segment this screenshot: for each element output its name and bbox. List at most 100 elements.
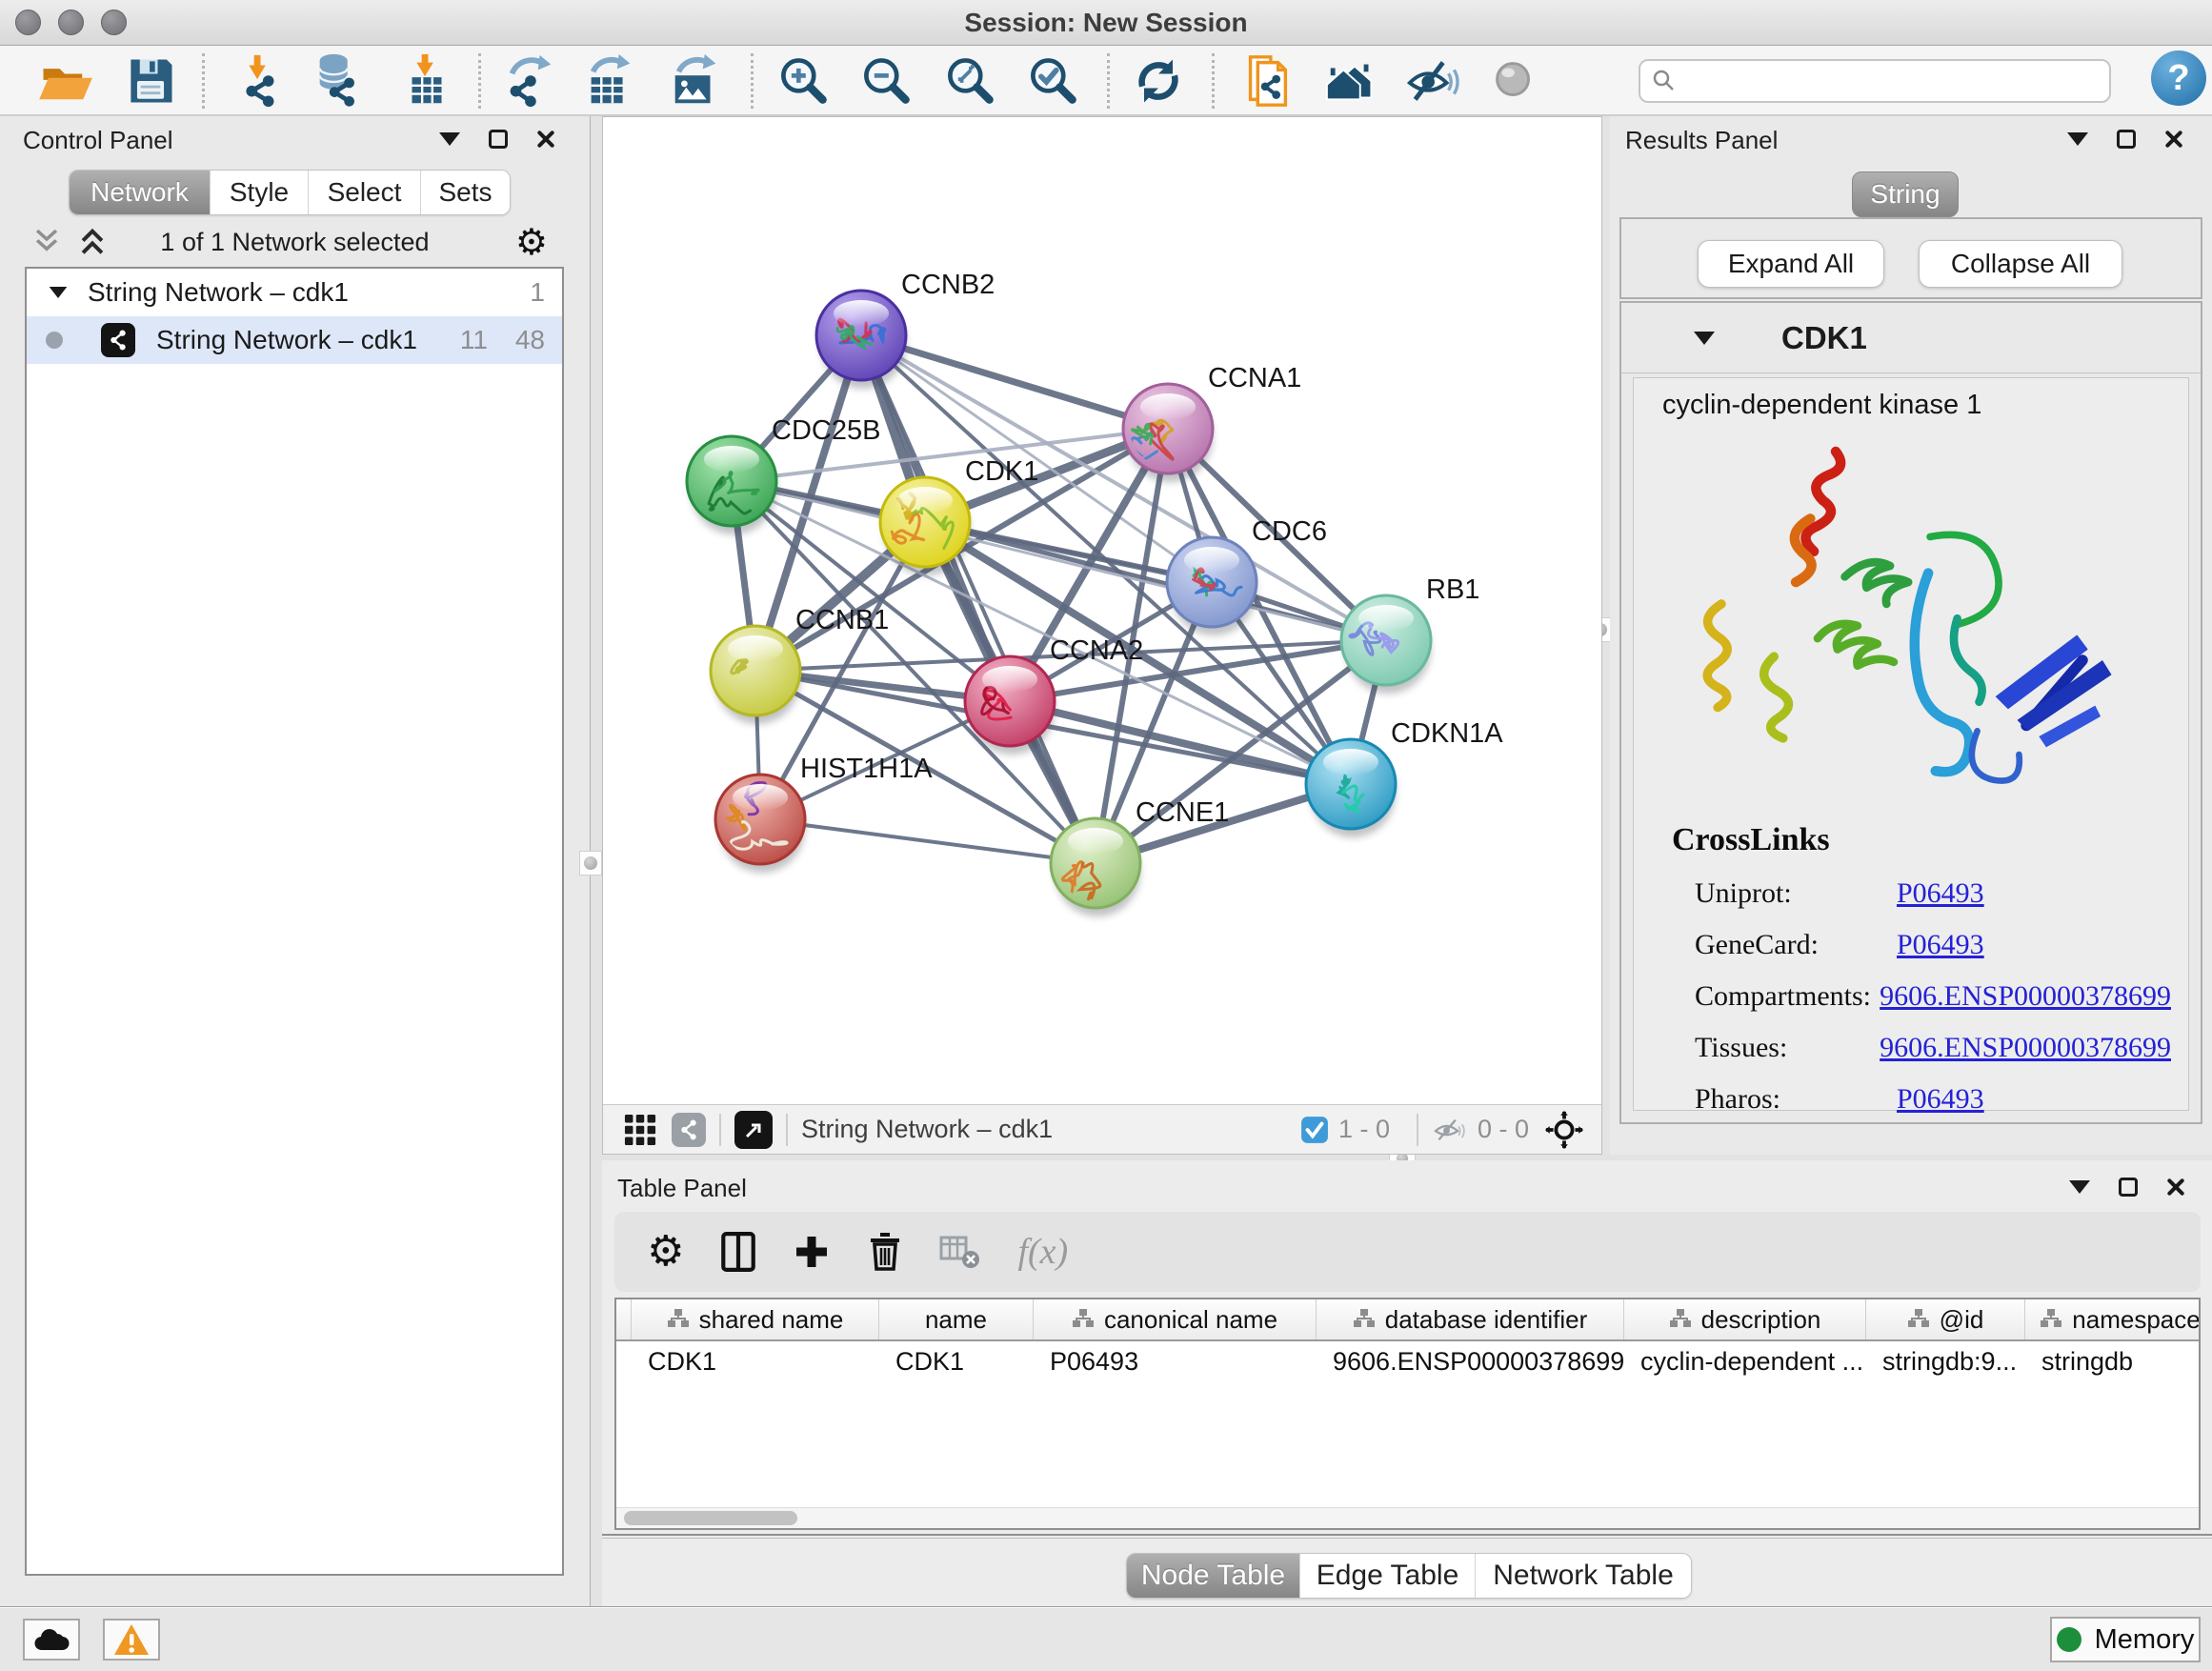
zoom-out-button[interactable]: [855, 50, 916, 111]
panel-menu-icon[interactable]: [2067, 132, 2088, 146]
tab-network[interactable]: Network: [70, 171, 211, 214]
function-builder-icon[interactable]: f(x): [1017, 1231, 1068, 1273]
refresh-button[interactable]: [1128, 50, 1189, 111]
panel-menu-icon[interactable]: [2069, 1180, 2090, 1194]
tab-string[interactable]: String: [1852, 171, 1959, 217]
column-header-description[interactable]: description: [1624, 1299, 1866, 1339]
show-all-button[interactable]: [1484, 50, 1545, 111]
table-row[interactable]: CDK1CDK1P064939606.ENSP00000378699cyclin…: [616, 1341, 2199, 1381]
table-cell[interactable]: CDK1: [632, 1341, 879, 1381]
grid-view-icon[interactable]: [624, 1114, 656, 1146]
network-node-RB1[interactable]: [1341, 595, 1431, 694]
collapse-all-button[interactable]: Collapse All: [1919, 240, 2122, 288]
table-cell[interactable]: 9606.ENSP00000378699: [1317, 1341, 1624, 1381]
memory-button[interactable]: Memory: [2050, 1617, 2201, 1662]
import-network-database-button[interactable]: [308, 50, 369, 111]
open-session-button[interactable]: [34, 50, 95, 111]
tab-network-table[interactable]: Network Table: [1476, 1554, 1691, 1598]
zoom-in-button[interactable]: [773, 50, 834, 111]
crosslink-link[interactable]: P06493: [1897, 877, 1984, 910]
tree-expander-icon[interactable]: [50, 287, 68, 298]
tab-node-table[interactable]: Node Table: [1127, 1554, 1300, 1598]
show-columns-icon[interactable]: [720, 1231, 756, 1273]
crosslink-link[interactable]: P06493: [1897, 1083, 1984, 1116]
tab-edge-table[interactable]: Edge Table: [1300, 1554, 1476, 1598]
cloud-status-button[interactable]: [23, 1619, 80, 1661]
table-cell[interactable]: stringdb: [2025, 1341, 2201, 1381]
save-session-button[interactable]: [120, 50, 181, 111]
crosslink-link[interactable]: P06493: [1897, 929, 1984, 961]
column-header-shared-name[interactable]: shared name: [632, 1299, 879, 1339]
export-image-button[interactable]: [665, 50, 726, 111]
panel-float-icon[interactable]: [489, 130, 508, 149]
node-label-RB1: RB1: [1426, 574, 1479, 605]
table-options-gear-icon[interactable]: ⚙: [647, 1231, 684, 1273]
zoom-selected-button[interactable]: [1022, 50, 1083, 111]
network-row[interactable]: String Network – cdk1 11 48: [27, 316, 562, 364]
toolbar-separator: [751, 53, 754, 109]
open-in-new-window-icon[interactable]: [734, 1111, 773, 1149]
crosslinks-list: Uniprot:P06493GeneCard:P06493Compartment…: [1695, 868, 2171, 1125]
add-column-icon[interactable]: [793, 1233, 831, 1271]
column-header--id[interactable]: @id: [1866, 1299, 2025, 1339]
gene-entry-header[interactable]: CDK1: [1621, 303, 2201, 373]
search-input[interactable]: [1686, 67, 2098, 96]
network-node-CDKN1A[interactable]: [1306, 739, 1396, 837]
network-options-gear-icon[interactable]: ⚙: [515, 224, 548, 260]
tab-style[interactable]: Style: [211, 171, 309, 214]
help-button[interactable]: ?: [2151, 50, 2206, 106]
network-node-CCNE1[interactable]: [1051, 818, 1140, 917]
entry-expander-icon[interactable]: [1694, 332, 1715, 345]
panel-menu-icon[interactable]: [439, 132, 460, 146]
network-node-CDC6[interactable]: [1167, 537, 1257, 635]
import-network-file-button[interactable]: [229, 50, 290, 111]
network-type-badge-icon[interactable]: [672, 1113, 706, 1147]
crosslink-link[interactable]: 9606.ENSP00000378699: [1880, 980, 2171, 1013]
panel-close-icon[interactable]: [536, 130, 555, 149]
network-collection-row[interactable]: String Network – cdk1 1: [27, 269, 562, 316]
panel-float-icon[interactable]: [2117, 130, 2136, 149]
houses-button[interactable]: [1322, 50, 1383, 111]
control-panel-title: Control Panel: [23, 126, 173, 155]
network-node-CCNB1[interactable]: [711, 626, 800, 724]
table-cell[interactable]: cyclin-dependent ...: [1624, 1341, 1866, 1381]
table-cell[interactable]: CDK1: [879, 1341, 1034, 1381]
panel-float-icon[interactable]: [2119, 1178, 2138, 1197]
new-network-from-selection-button[interactable]: [1237, 50, 1297, 111]
network-edge-CCNE1-HIST1H1A[interactable]: [760, 819, 1096, 863]
clear-table-icon[interactable]: [939, 1234, 981, 1270]
expand-all-button[interactable]: Expand All: [1698, 240, 1884, 288]
horizontal-scrollbar[interactable]: [616, 1507, 2199, 1528]
table-cell[interactable]: stringdb:9...: [1866, 1341, 2025, 1381]
column-header-name[interactable]: name: [879, 1299, 1034, 1339]
export-table-button[interactable]: [579, 50, 640, 111]
panel-close-icon[interactable]: [2164, 130, 2183, 149]
warning-triangle-icon: [112, 1622, 151, 1657]
hidden-eye-icon[interactable]: [1432, 1116, 1468, 1144]
crosslink-link[interactable]: 9606.ENSP00000378699: [1880, 1032, 2171, 1064]
hide-selection-button[interactable]: [1403, 50, 1464, 111]
column-header-namespace[interactable]: namespace: [2025, 1299, 2201, 1339]
birdseye-crosshair-icon[interactable]: [1544, 1110, 1584, 1150]
scrollbar-thumb[interactable]: [624, 1511, 797, 1525]
network-canvas[interactable]: CCNB2CCNA1CDC25BCDK1CDC6RB1CCNB1CCNA2CDK…: [603, 117, 1601, 1104]
delete-column-trash-icon[interactable]: [867, 1231, 903, 1273]
network-node-CCNA1[interactable]: [1123, 384, 1213, 482]
toolbar-separator: [478, 53, 481, 109]
tab-sets[interactable]: Sets: [421, 171, 510, 214]
toolbar-separator: [1212, 53, 1215, 109]
panel-close-icon[interactable]: [2166, 1178, 2185, 1197]
zoom-fit-button[interactable]: [939, 50, 1000, 111]
table-cell[interactable]: P06493: [1034, 1341, 1317, 1381]
export-network-button[interactable]: [498, 50, 559, 111]
left-splitter-handle[interactable]: [579, 851, 602, 876]
column-header-canonical-name[interactable]: canonical name: [1034, 1299, 1317, 1339]
tab-select[interactable]: Select: [309, 171, 421, 214]
network-node-CDC25B[interactable]: [687, 436, 776, 534]
selected-checkbox-icon[interactable]: [1300, 1116, 1329, 1144]
column-header-database-identifier[interactable]: database identifier: [1317, 1299, 1624, 1339]
import-table-button[interactable]: [396, 50, 457, 111]
network-edge-CCNB2-CCNA1[interactable]: [861, 335, 1168, 429]
network-node-HIST1H1A[interactable]: [715, 775, 805, 873]
warnings-button[interactable]: [103, 1619, 160, 1661]
